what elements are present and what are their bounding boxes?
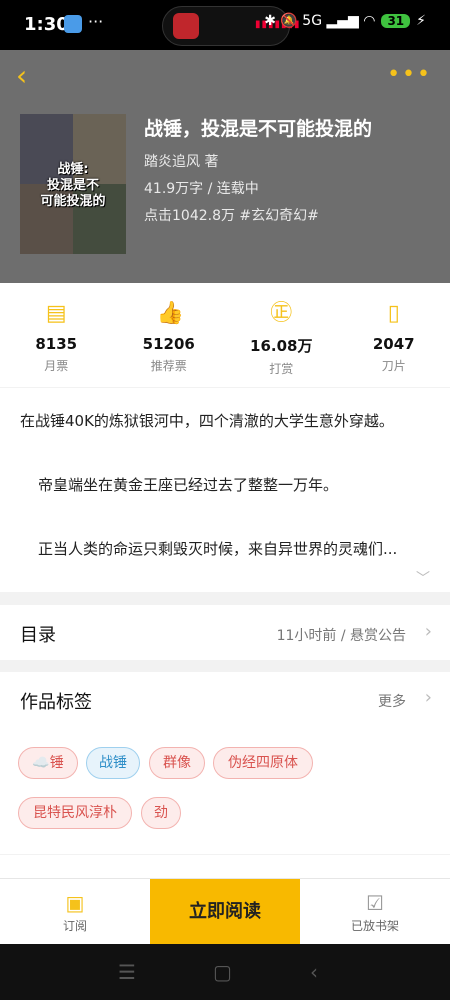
book-header: ‹ ••• 战锤: 投混是不 可能投混的 战锤，投混是不可能投混的 踏炎追风 著 4… <box>0 50 450 283</box>
book-clicks-genre: 点击1042.8万 #玄幻奇幻# <box>144 208 319 224</box>
stats-row: ▤ 8135 月票 👍 51206 推荐票 ㊣ 16.08万 打赏 ▯ 2047… <box>0 283 450 387</box>
subscribe-icon: ▣ <box>65 891 85 915</box>
charging-icon: ⚡ <box>416 13 426 29</box>
catalog-row[interactable]: 目录 11小时前 / 悬赏公告 › <box>0 605 450 660</box>
catalog-update-info: 11小时前 / 悬赏公告 <box>276 628 406 644</box>
subscribe-label: 订阅 <box>62 919 87 933</box>
notification-app-icon <box>64 15 82 33</box>
tags-more-link[interactable]: 更多 <box>378 691 406 711</box>
cover-title-line: 可能投混的 <box>40 194 106 209</box>
tag-chip[interactable]: 劲 <box>141 797 181 829</box>
expand-chevron-icon[interactable]: ﹀ <box>416 568 430 588</box>
book-author[interactable]: 踏炎追风 著 <box>144 151 218 171</box>
stat-value: 51206 <box>142 335 195 353</box>
chevron-right-icon: › <box>424 621 432 642</box>
status-time: 1:30 <box>24 14 69 35</box>
stat-value: 2047 <box>372 335 415 353</box>
stat-value: 8135 <box>35 335 78 353</box>
island-app-icon <box>173 13 199 39</box>
tag-chip[interactable]: 群像 <box>149 747 205 779</box>
synopsis-line: 正当人类的命运只剩毁灭时候，来自异世界的灵魂们... <box>38 540 398 558</box>
synopsis-line: 在战锤40K的炼狱银河中，四个清澈的大学生意外穿越。 <box>20 412 394 430</box>
synopsis-line: 帝皇端坐在黄金王座已经过去了整整一万年。 <box>38 476 339 494</box>
tag-chip[interactable]: 战锤 <box>86 747 140 779</box>
book-synopsis[interactable]: 在战锤40K的炼狱银河中，四个清澈的大学生意外穿越。 帝皇端坐在黄金王座已经过去… <box>0 388 450 592</box>
tag-chip[interactable]: ☁️锤 <box>18 747 78 779</box>
stat-label: 推荐票 <box>150 359 187 373</box>
tag-chip[interactable]: 伪经四原体 <box>213 747 313 779</box>
tag-chip[interactable]: 昆特民风淳朴 <box>18 797 132 829</box>
blade-icon: ▯ <box>387 301 400 326</box>
system-icons: ✱ 🔕 5G ▂▄▆ ◠ <box>264 13 376 29</box>
cover-title-line: 投混是不 <box>46 178 99 193</box>
bookshelf-check-icon: ☑ <box>366 891 384 915</box>
tags-section: 作品标签 更多 › ☁️锤 战锤 群像 伪经四原体 昆特民风淳朴 劲 <box>0 672 450 854</box>
book-cover[interactable]: 战锤: 投混是不 可能投混的 <box>20 114 126 254</box>
subscribe-button[interactable]: ▣ 订阅 <box>0 879 150 945</box>
stat-value: 16.08万 <box>250 337 313 355</box>
stat-blade[interactable]: ▯ 2047 刀片 <box>338 283 450 387</box>
status-icons: ✱ 🔕 5G ▂▄▆ ◠ 31 ⚡ <box>264 13 426 29</box>
ticket-icon: ▤ <box>45 301 67 326</box>
bookshelf-button[interactable]: ☑ 已放书架 <box>300 879 450 945</box>
recent-apps-icon[interactable]: ☰ <box>118 960 136 984</box>
thumbs-up-icon: 👍 <box>156 301 185 326</box>
battery-level: 31 <box>381 14 411 28</box>
stat-recommend-ticket[interactable]: 👍 51206 推荐票 <box>113 283 226 387</box>
more-notifications-icon: ··· <box>88 12 104 31</box>
stat-reward[interactable]: ㊣ 16.08万 打赏 <box>225 283 338 387</box>
stat-label: 月票 <box>44 359 69 373</box>
chevron-right-icon[interactable]: › <box>425 687 432 708</box>
bottom-action-bar: ▣ 订阅 立即阅读 ☑ 已放书架 <box>0 878 450 945</box>
book-title: 战锤，投混是不可能投混的 <box>144 118 373 140</box>
bookshelf-label: 已放书架 <box>350 919 399 933</box>
more-options-icon[interactable]: ••• <box>387 62 432 87</box>
stat-monthly-ticket[interactable]: ▤ 8135 月票 <box>0 283 113 387</box>
cover-title: 战锤: 投混是不 可能投混的 <box>20 162 126 210</box>
back-nav-icon[interactable]: ‹ <box>310 960 318 984</box>
tags-section-title: 作品标签 <box>20 692 92 713</box>
back-arrow-icon[interactable]: ‹ <box>16 62 27 90</box>
read-now-button[interactable]: 立即阅读 <box>150 879 300 945</box>
home-icon[interactable]: ▢ <box>213 960 232 984</box>
catalog-label: 目录 <box>20 625 56 646</box>
book-word-count: 41.9万字 / 连载中 <box>144 181 259 197</box>
cover-title-line: 战锤: <box>57 162 89 177</box>
reward-icon: ㊣ <box>270 301 293 326</box>
stat-label: 刀片 <box>381 359 406 373</box>
status-bar: 1:30 ··· ▮▮▮▮▮▮▮ ✱ 🔕 5G ▂▄▆ ◠ 31 ⚡ <box>0 0 450 50</box>
stat-label: 打赏 <box>269 362 294 376</box>
system-nav-bar: ☰ ▢ ‹ <box>0 944 450 1000</box>
